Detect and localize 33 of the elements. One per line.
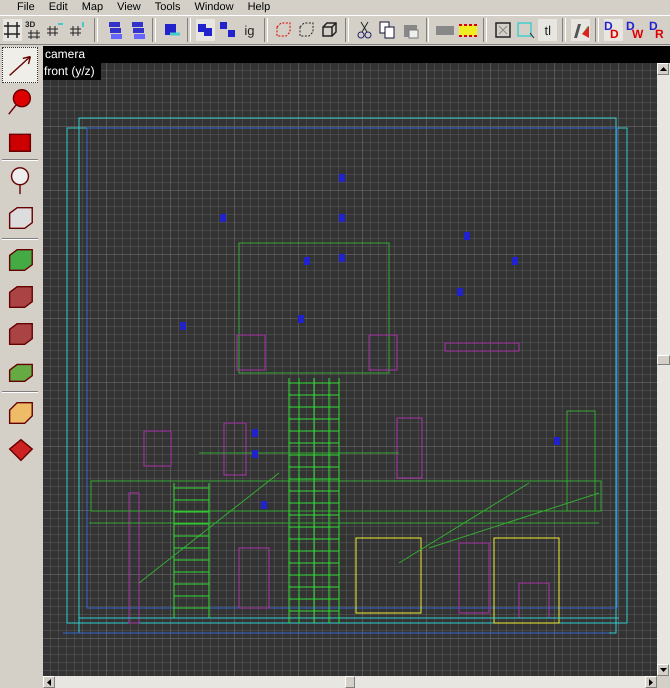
cube-icon bbox=[320, 20, 339, 40]
right-arrow-icon bbox=[649, 678, 653, 686]
copy-icon bbox=[378, 20, 397, 40]
scissors-icon bbox=[354, 20, 374, 40]
horizontal-scrollbar[interactable] bbox=[43, 676, 657, 688]
select-square-icon bbox=[493, 20, 512, 40]
toolbar-button[interactable]: ig bbox=[240, 19, 259, 41]
grid-icon bbox=[26, 28, 41, 40]
menu-item[interactable]: Edit bbox=[42, 1, 75, 14]
menu-item[interactable]: Help bbox=[240, 1, 278, 14]
menu-item[interactable]: Map bbox=[74, 1, 110, 14]
toolbar-button[interactable] bbox=[3, 19, 22, 41]
grid-icon bbox=[3, 20, 22, 40]
down-arrow-icon bbox=[660, 668, 666, 672]
toolbar-button[interactable]: tl bbox=[538, 19, 558, 41]
menu-item[interactable]: Tools bbox=[148, 1, 188, 14]
toolbar-button[interactable]: DW bbox=[625, 19, 646, 41]
left-arrow-icon bbox=[47, 678, 51, 686]
tool-button[interactable] bbox=[2, 47, 38, 83]
menu-item[interactable]: Window bbox=[187, 1, 241, 14]
scroll-thumb[interactable] bbox=[657, 355, 670, 365]
menu-item[interactable]: View bbox=[110, 1, 148, 14]
vertical-scrollbar[interactable] bbox=[657, 63, 670, 676]
scroll-thumb[interactable] bbox=[345, 676, 355, 688]
select-square-icon bbox=[516, 20, 536, 40]
toolbar-button[interactable] bbox=[571, 19, 590, 41]
up-arrow-icon bbox=[660, 67, 666, 71]
view-title: front (y/z) bbox=[43, 63, 101, 80]
toolbar-button[interactable]: 3D bbox=[24, 19, 44, 41]
toolbar-button[interactable]: DR bbox=[648, 19, 670, 41]
camera-title: camera bbox=[43, 46, 670, 63]
toolbar-button[interactable]: DD bbox=[604, 19, 624, 41]
menu-item[interactable]: File bbox=[10, 1, 42, 14]
